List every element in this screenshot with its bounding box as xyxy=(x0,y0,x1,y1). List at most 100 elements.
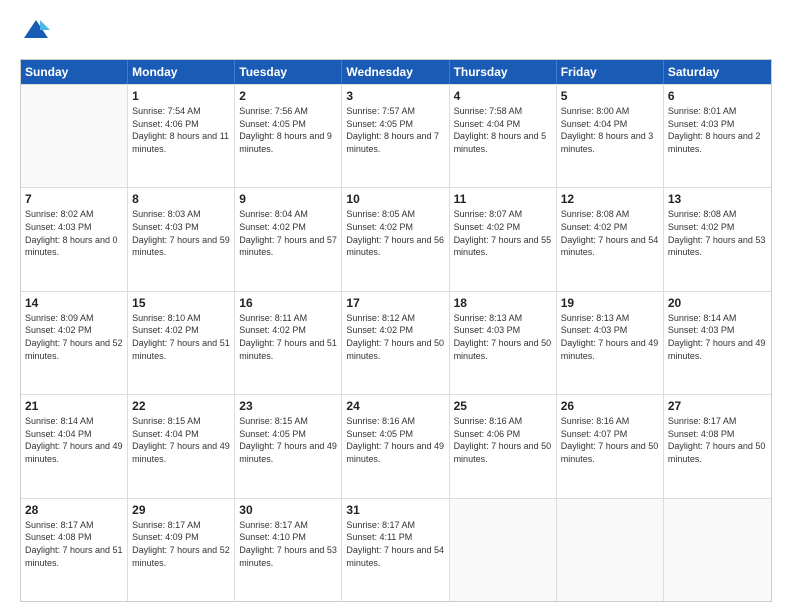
logo-icon xyxy=(22,16,50,44)
cell-info: Sunrise: 7:56 AMSunset: 4:05 PMDaylight:… xyxy=(239,105,337,155)
day-number: 21 xyxy=(25,398,123,414)
cell-info: Sunrise: 8:11 AMSunset: 4:02 PMDaylight:… xyxy=(239,312,337,362)
day-number: 17 xyxy=(346,295,444,311)
day-number: 26 xyxy=(561,398,659,414)
cell-info: Sunrise: 7:57 AMSunset: 4:05 PMDaylight:… xyxy=(346,105,444,155)
cell-info: Sunrise: 8:02 AMSunset: 4:03 PMDaylight:… xyxy=(25,208,123,258)
calendar-cell: 2Sunrise: 7:56 AMSunset: 4:05 PMDaylight… xyxy=(235,85,342,187)
logo-text xyxy=(20,16,50,49)
cell-info: Sunrise: 8:16 AMSunset: 4:05 PMDaylight:… xyxy=(346,415,444,465)
calendar-cell: 26Sunrise: 8:16 AMSunset: 4:07 PMDayligh… xyxy=(557,395,664,497)
calendar-header-thursday: Thursday xyxy=(450,60,557,84)
calendar-cell: 25Sunrise: 8:16 AMSunset: 4:06 PMDayligh… xyxy=(450,395,557,497)
calendar-cell: 30Sunrise: 8:17 AMSunset: 4:10 PMDayligh… xyxy=(235,499,342,601)
cell-info: Sunrise: 8:14 AMSunset: 4:03 PMDaylight:… xyxy=(668,312,767,362)
day-number: 15 xyxy=(132,295,230,311)
calendar-cell: 22Sunrise: 8:15 AMSunset: 4:04 PMDayligh… xyxy=(128,395,235,497)
cell-info: Sunrise: 8:12 AMSunset: 4:02 PMDaylight:… xyxy=(346,312,444,362)
cell-info: Sunrise: 8:16 AMSunset: 4:06 PMDaylight:… xyxy=(454,415,552,465)
day-number: 19 xyxy=(561,295,659,311)
cell-info: Sunrise: 8:05 AMSunset: 4:02 PMDaylight:… xyxy=(346,208,444,258)
calendar-header-row: SundayMondayTuesdayWednesdayThursdayFrid… xyxy=(21,60,771,84)
calendar-cell: 11Sunrise: 8:07 AMSunset: 4:02 PMDayligh… xyxy=(450,188,557,290)
calendar-cell: 12Sunrise: 8:08 AMSunset: 4:02 PMDayligh… xyxy=(557,188,664,290)
calendar-row-3: 21Sunrise: 8:14 AMSunset: 4:04 PMDayligh… xyxy=(21,394,771,497)
day-number: 14 xyxy=(25,295,123,311)
cell-info: Sunrise: 8:01 AMSunset: 4:03 PMDaylight:… xyxy=(668,105,767,155)
calendar-body: 1Sunrise: 7:54 AMSunset: 4:06 PMDaylight… xyxy=(21,84,771,601)
calendar-cell: 19Sunrise: 8:13 AMSunset: 4:03 PMDayligh… xyxy=(557,292,664,394)
calendar-row-2: 14Sunrise: 8:09 AMSunset: 4:02 PMDayligh… xyxy=(21,291,771,394)
day-number: 13 xyxy=(668,191,767,207)
cell-info: Sunrise: 8:17 AMSunset: 4:11 PMDaylight:… xyxy=(346,519,444,569)
calendar-header-tuesday: Tuesday xyxy=(235,60,342,84)
cell-info: Sunrise: 8:08 AMSunset: 4:02 PMDaylight:… xyxy=(561,208,659,258)
day-number: 10 xyxy=(346,191,444,207)
calendar-cell: 28Sunrise: 8:17 AMSunset: 4:08 PMDayligh… xyxy=(21,499,128,601)
calendar-row-4: 28Sunrise: 8:17 AMSunset: 4:08 PMDayligh… xyxy=(21,498,771,601)
cell-info: Sunrise: 8:13 AMSunset: 4:03 PMDaylight:… xyxy=(454,312,552,362)
calendar-cell: 4Sunrise: 7:58 AMSunset: 4:04 PMDaylight… xyxy=(450,85,557,187)
cell-info: Sunrise: 8:14 AMSunset: 4:04 PMDaylight:… xyxy=(25,415,123,465)
cell-info: Sunrise: 8:17 AMSunset: 4:08 PMDaylight:… xyxy=(668,415,767,465)
calendar-cell xyxy=(664,499,771,601)
cell-info: Sunrise: 8:17 AMSunset: 4:10 PMDaylight:… xyxy=(239,519,337,569)
cell-info: Sunrise: 7:58 AMSunset: 4:04 PMDaylight:… xyxy=(454,105,552,155)
cell-info: Sunrise: 8:13 AMSunset: 4:03 PMDaylight:… xyxy=(561,312,659,362)
day-number: 3 xyxy=(346,88,444,104)
calendar-header-sunday: Sunday xyxy=(21,60,128,84)
day-number: 28 xyxy=(25,502,123,518)
day-number: 12 xyxy=(561,191,659,207)
day-number: 4 xyxy=(454,88,552,104)
calendar-row-1: 7Sunrise: 8:02 AMSunset: 4:03 PMDaylight… xyxy=(21,187,771,290)
day-number: 18 xyxy=(454,295,552,311)
calendar-cell: 16Sunrise: 8:11 AMSunset: 4:02 PMDayligh… xyxy=(235,292,342,394)
calendar-cell: 31Sunrise: 8:17 AMSunset: 4:11 PMDayligh… xyxy=(342,499,449,601)
calendar-cell: 14Sunrise: 8:09 AMSunset: 4:02 PMDayligh… xyxy=(21,292,128,394)
cell-info: Sunrise: 8:16 AMSunset: 4:07 PMDaylight:… xyxy=(561,415,659,465)
day-number: 30 xyxy=(239,502,337,518)
calendar-cell: 27Sunrise: 8:17 AMSunset: 4:08 PMDayligh… xyxy=(664,395,771,497)
day-number: 2 xyxy=(239,88,337,104)
day-number: 31 xyxy=(346,502,444,518)
day-number: 22 xyxy=(132,398,230,414)
calendar-cell: 8Sunrise: 8:03 AMSunset: 4:03 PMDaylight… xyxy=(128,188,235,290)
cell-info: Sunrise: 8:15 AMSunset: 4:04 PMDaylight:… xyxy=(132,415,230,465)
cell-info: Sunrise: 8:08 AMSunset: 4:02 PMDaylight:… xyxy=(668,208,767,258)
calendar-cell: 9Sunrise: 8:04 AMSunset: 4:02 PMDaylight… xyxy=(235,188,342,290)
cell-info: Sunrise: 8:04 AMSunset: 4:02 PMDaylight:… xyxy=(239,208,337,258)
calendar-header-saturday: Saturday xyxy=(664,60,771,84)
calendar-cell: 13Sunrise: 8:08 AMSunset: 4:02 PMDayligh… xyxy=(664,188,771,290)
calendar-cell: 18Sunrise: 8:13 AMSunset: 4:03 PMDayligh… xyxy=(450,292,557,394)
calendar-cell: 10Sunrise: 8:05 AMSunset: 4:02 PMDayligh… xyxy=(342,188,449,290)
cell-info: Sunrise: 8:10 AMSunset: 4:02 PMDaylight:… xyxy=(132,312,230,362)
day-number: 5 xyxy=(561,88,659,104)
calendar: SundayMondayTuesdayWednesdayThursdayFrid… xyxy=(20,59,772,602)
calendar-cell: 1Sunrise: 7:54 AMSunset: 4:06 PMDaylight… xyxy=(128,85,235,187)
day-number: 27 xyxy=(668,398,767,414)
day-number: 11 xyxy=(454,191,552,207)
day-number: 29 xyxy=(132,502,230,518)
calendar-cell: 7Sunrise: 8:02 AMSunset: 4:03 PMDaylight… xyxy=(21,188,128,290)
calendar-header-wednesday: Wednesday xyxy=(342,60,449,84)
logo xyxy=(20,16,50,49)
calendar-cell: 17Sunrise: 8:12 AMSunset: 4:02 PMDayligh… xyxy=(342,292,449,394)
calendar-cell: 21Sunrise: 8:14 AMSunset: 4:04 PMDayligh… xyxy=(21,395,128,497)
day-number: 6 xyxy=(668,88,767,104)
day-number: 1 xyxy=(132,88,230,104)
day-number: 8 xyxy=(132,191,230,207)
calendar-cell: 29Sunrise: 8:17 AMSunset: 4:09 PMDayligh… xyxy=(128,499,235,601)
cell-info: Sunrise: 8:09 AMSunset: 4:02 PMDaylight:… xyxy=(25,312,123,362)
calendar-cell: 23Sunrise: 8:15 AMSunset: 4:05 PMDayligh… xyxy=(235,395,342,497)
calendar-cell xyxy=(450,499,557,601)
cell-info: Sunrise: 8:00 AMSunset: 4:04 PMDaylight:… xyxy=(561,105,659,155)
calendar-header-friday: Friday xyxy=(557,60,664,84)
day-number: 25 xyxy=(454,398,552,414)
cell-info: Sunrise: 8:17 AMSunset: 4:09 PMDaylight:… xyxy=(132,519,230,569)
cell-info: Sunrise: 7:54 AMSunset: 4:06 PMDaylight:… xyxy=(132,105,230,155)
day-number: 16 xyxy=(239,295,337,311)
calendar-cell xyxy=(21,85,128,187)
calendar-cell: 15Sunrise: 8:10 AMSunset: 4:02 PMDayligh… xyxy=(128,292,235,394)
day-number: 20 xyxy=(668,295,767,311)
day-number: 24 xyxy=(346,398,444,414)
